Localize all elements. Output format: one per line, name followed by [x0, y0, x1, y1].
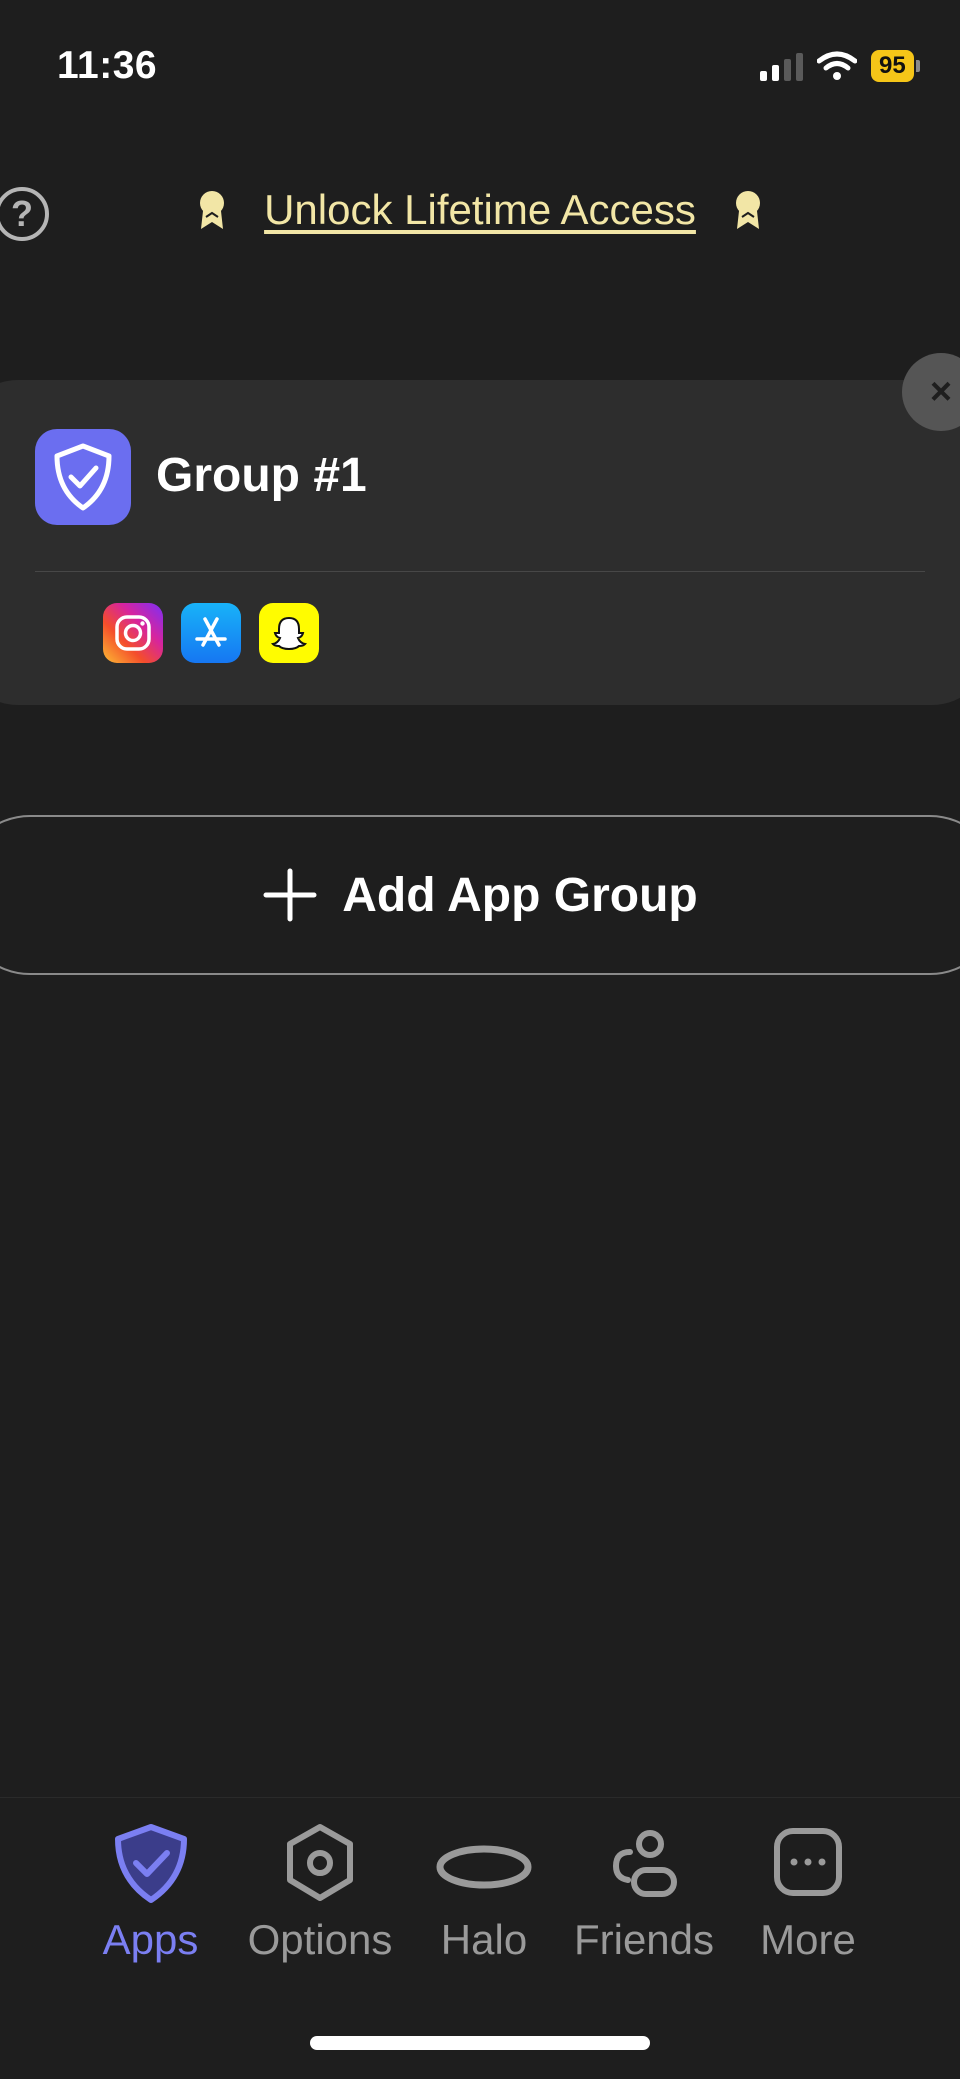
shield-check-icon [114, 1824, 187, 1903]
group-divider [35, 571, 925, 572]
group-shield-icon [35, 429, 131, 525]
tab-apps-label: Apps [102, 1916, 199, 1963]
screen: 11:36 95 ? Unlock Lifetime Access × Grou… [0, 0, 960, 2079]
tab-options-label: Options [247, 1916, 393, 1963]
wifi-icon [817, 51, 857, 80]
group-title: Group #1 [156, 449, 367, 502]
unlock-lifetime-banner[interactable]: Unlock Lifetime Access [0, 186, 960, 234]
tab-friends-label: Friends [573, 1916, 715, 1963]
tab-halo[interactable]: Halo [433, 1822, 535, 1964]
battery-level: 95 [871, 50, 914, 82]
app-store-icon [181, 603, 241, 663]
home-indicator[interactable] [310, 2036, 650, 2050]
snapchat-icon [259, 603, 319, 663]
award-ribbon-icon [200, 191, 225, 229]
close-icon: × [929, 370, 953, 413]
tab-bar-divider [0, 1797, 960, 1798]
halo-ring-icon [436, 1845, 532, 1889]
add-app-group-label: Add App Group [342, 868, 698, 922]
group-app-list [103, 603, 319, 663]
tab-options[interactable]: Options [238, 1822, 402, 1964]
instagram-icon [103, 603, 163, 663]
status-icons: 95 [760, 50, 920, 82]
cellular-signal-icon [760, 51, 803, 81]
battery-icon: 95 [871, 50, 920, 82]
tab-apps[interactable]: Apps [98, 1822, 203, 1964]
tab-more[interactable]: More [756, 1822, 860, 1964]
tab-halo-label: Halo [440, 1916, 528, 1963]
plus-icon [263, 868, 317, 922]
award-ribbon-icon [735, 191, 760, 229]
status-time: 11:36 [57, 44, 158, 87]
tab-more-label: More [760, 1916, 856, 1963]
friends-icon [612, 1830, 677, 1897]
unlock-lifetime-link[interactable]: Unlock Lifetime Access [264, 186, 696, 234]
hexagon-options-icon [287, 1824, 353, 1901]
tab-friends[interactable]: Friends [568, 1822, 720, 1964]
more-dots-icon [774, 1828, 842, 1896]
add-app-group-button[interactable]: Add App Group [0, 815, 960, 975]
